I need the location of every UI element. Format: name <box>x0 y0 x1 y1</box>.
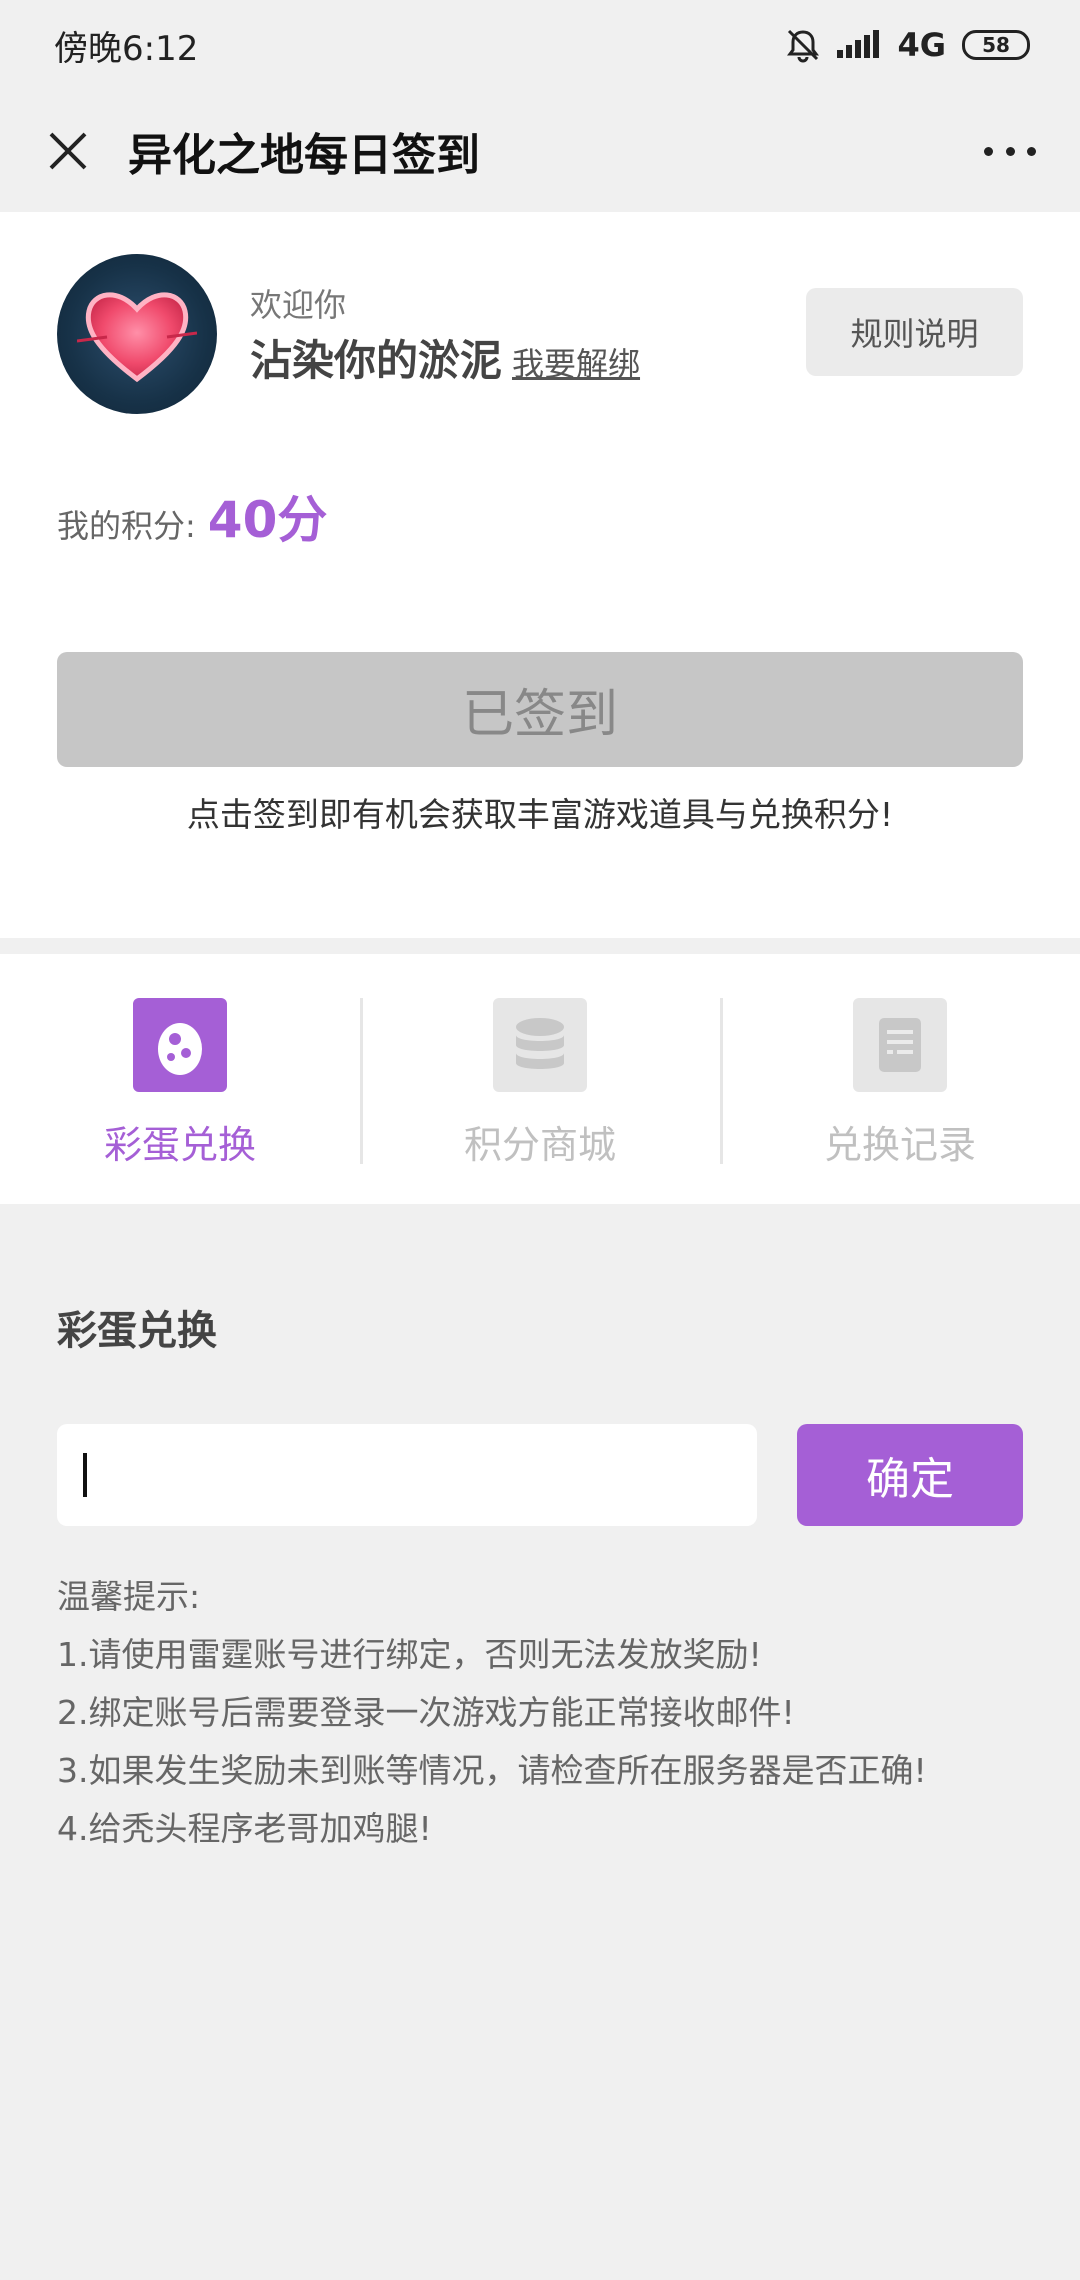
egg-code-input[interactable] <box>57 1424 757 1526</box>
egg-icon <box>133 998 227 1092</box>
signed-in-button[interactable]: 已签到 <box>57 652 1023 767</box>
battery-icon: 58 <box>962 30 1030 60</box>
signin-hint: 点击签到即有机会获取丰富游戏道具与兑换积分! <box>186 795 894 834</box>
rules-button[interactable]: 规则说明 <box>806 288 1023 376</box>
tips-title: 温馨提示: <box>57 1577 201 1616</box>
close-icon <box>49 132 87 170</box>
status-icons: 4G 58 <box>785 26 1030 64</box>
section-title: 彩蛋兑换 <box>57 1308 217 1354</box>
tab-label: 彩蛋兑换 <box>103 1123 256 1167</box>
tab-bar: 彩蛋兑换 积分商城 兑换记录 <box>0 954 1080 1204</box>
signal-icon <box>837 30 881 60</box>
tip-item: 4.给秃头程序老哥加鸡腿! <box>57 1809 432 1848</box>
tip-item: 3.如果发生奖励未到账等情况，请检查所在服务器是否正确! <box>57 1751 927 1790</box>
tip-item: 2.绑定账号后需要登录一次游戏方能正常接收邮件! <box>57 1693 795 1732</box>
text-caret <box>83 1453 87 1497</box>
username: 沾染你的淤泥 <box>250 336 503 385</box>
points-value: 40分 <box>207 491 328 549</box>
database-icon <box>493 998 587 1092</box>
tips-block: 温馨提示: 1.请使用雷霆账号进行绑定，否则无法发放奖励! 2.绑定账号后需要登… <box>57 1568 927 1858</box>
points-row: 我的积分: 40分 <box>57 480 327 552</box>
confirm-button[interactable]: 确定 <box>797 1424 1023 1526</box>
avatar <box>57 254 217 414</box>
status-time: 傍晚6:12 <box>54 28 199 69</box>
page-title: 异化之地每日签到 <box>128 130 480 181</box>
tab-label: 积分商城 <box>463 1123 616 1167</box>
mute-notification-icon <box>785 27 821 63</box>
more-dot-icon <box>984 146 993 156</box>
status-bar: 傍晚6:12 4G 58 <box>0 0 1080 90</box>
unbind-link[interactable]: 我要解绑 <box>512 339 640 385</box>
username-row: 沾染你的淤泥 我要解绑 <box>250 327 640 388</box>
welcome-text: 欢迎你 <box>250 286 347 324</box>
tab-egg-exchange[interactable]: 彩蛋兑换 <box>0 954 360 1204</box>
network-type: 4G <box>897 26 946 64</box>
close-button[interactable] <box>40 123 96 179</box>
title-bar: 异化之地每日签到 <box>0 90 1080 212</box>
document-icon <box>853 998 947 1092</box>
more-dot-icon <box>1005 146 1015 156</box>
points-label: 我的积分: <box>57 507 196 545</box>
tab-label: 兑换记录 <box>823 1123 976 1167</box>
more-menu-button[interactable] <box>980 131 1040 171</box>
tab-points-mall[interactable]: 积分商城 <box>360 954 720 1204</box>
more-dot-icon <box>1027 146 1036 156</box>
battery-level: 58 <box>982 33 1010 57</box>
tab-exchange-records[interactable]: 兑换记录 <box>720 954 1080 1204</box>
tip-item: 1.请使用雷霆账号进行绑定，否则无法发放奖励! <box>57 1635 762 1674</box>
neon-heart-icon <box>77 292 197 383</box>
profile-card: 欢迎你 沾染你的淤泥 我要解绑 规则说明 我的积分: 40分 已签到 点击签到即… <box>0 212 1080 938</box>
